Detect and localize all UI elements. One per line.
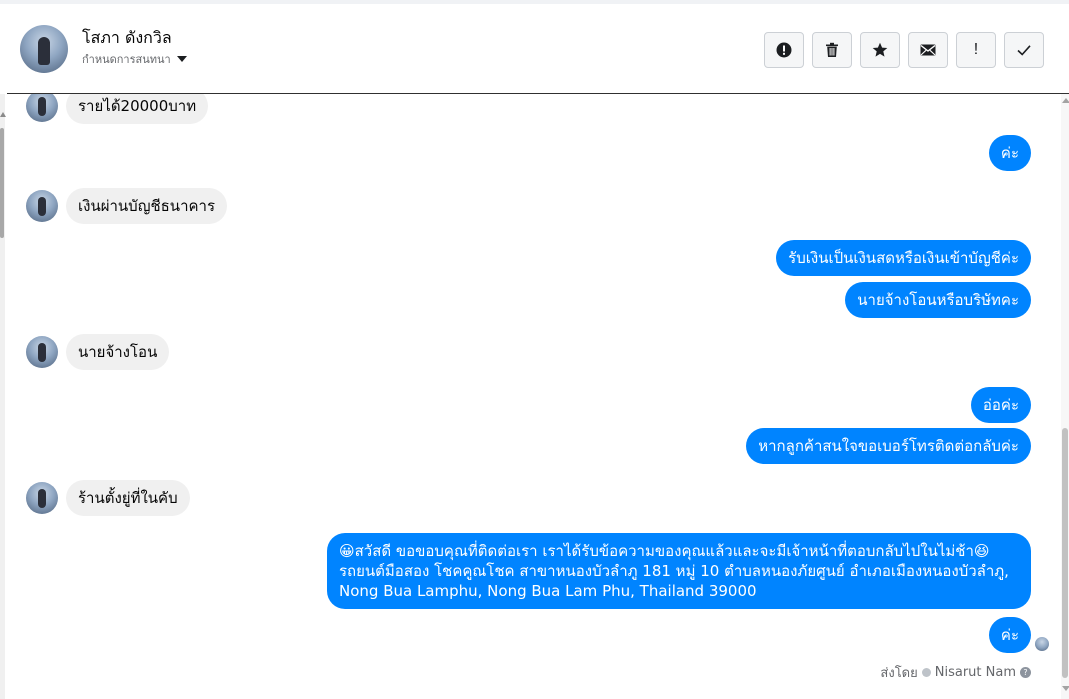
- action-toolbar: !: [764, 32, 1044, 68]
- caret-down-icon: [176, 56, 187, 62]
- mark-unread-button[interactable]: [908, 32, 948, 68]
- contact-name[interactable]: โสภา ดังกวิล: [82, 26, 172, 51]
- incoming-message[interactable]: รายได้20000บาท: [66, 94, 209, 124]
- report-button[interactable]: [764, 32, 804, 68]
- sent-by-prefix: ส่งโดย: [880, 666, 918, 681]
- check-icon: [1017, 45, 1031, 56]
- sent-by-info: ส่งโดย Nisarut Nam ?: [880, 662, 1031, 683]
- help-icon[interactable]: ?: [1020, 667, 1031, 678]
- sent-by-name[interactable]: Nisarut Nam: [935, 665, 1016, 680]
- alert-circle-icon: [776, 42, 792, 58]
- message-row: เงินผ่านบัญชีธนาคาร: [26, 188, 227, 224]
- sender-avatar: [26, 482, 58, 514]
- left-scroll-thumb[interactable]: [0, 128, 4, 238]
- incoming-message[interactable]: นายจ้างโอน: [66, 334, 170, 370]
- left-scroll-up-arrow-icon[interactable]: [0, 112, 6, 117]
- trash-icon: [826, 42, 838, 57]
- message-row: 😀สวัสดี ขอขอบคุณที่ติดต่อเรา เราได้รับข้…: [327, 533, 1031, 609]
- message-row: ค่ะ: [988, 617, 1031, 653]
- outgoing-message[interactable]: อ่อค่ะ: [970, 387, 1031, 423]
- sender-avatar: [26, 190, 58, 222]
- message-thread: รายได้20000บาท ค่ะ เงินผ่านบัญชีธนาคาร ร…: [7, 94, 1061, 699]
- outgoing-message[interactable]: ค่ะ: [988, 135, 1031, 171]
- message-row: ค่ะ: [988, 135, 1031, 171]
- auto-reply-line: รถยนต์มือสอง โชคคูณโชค สาขาหนองบัวลำภู 1…: [339, 562, 1009, 580]
- star-icon: [872, 42, 888, 57]
- conversation-settings-label: กำหนดการสนทนา: [82, 53, 171, 66]
- message-row: รับเงินเป็นเงินสดหรือเงินเข้าบัญชีค่ะ: [776, 240, 1031, 276]
- status-dot-icon: [921, 668, 931, 677]
- auto-reply-message[interactable]: 😀สวัสดี ขอขอบคุณที่ติดต่อเรา เราได้รับข้…: [327, 533, 1031, 609]
- outgoing-message[interactable]: หากลูกค้าสนใจขอเบอร์โทรติดต่อกลับค่ะ: [746, 428, 1031, 464]
- message-row: หากลูกค้าสนใจขอเบอร์โทรติดต่อกลับค่ะ: [746, 428, 1031, 464]
- envelope-icon: [920, 44, 936, 56]
- outgoing-message[interactable]: ค่ะ: [988, 617, 1031, 653]
- scroll-down-arrow-icon[interactable]: [1062, 686, 1069, 691]
- scroll-up-arrow-icon[interactable]: [1062, 98, 1069, 103]
- incoming-message[interactable]: ร้านตั้งยู่ที่ในคับ: [66, 480, 190, 516]
- message-row: นายจ้างโอนหรือบริษัทคะ: [845, 282, 1031, 318]
- message-row: อ่อค่ะ: [970, 387, 1031, 423]
- delete-button[interactable]: [812, 32, 852, 68]
- sender-avatar: [26, 336, 58, 368]
- seen-avatar: [1035, 637, 1049, 651]
- scrollbar-thumb[interactable]: [1062, 428, 1068, 678]
- message-row: ร้านตั้งยู่ที่ในคับ: [26, 480, 190, 516]
- auto-reply-line: Nong Bua Lamphu, Nong Bua Lam Phu, Thail…: [339, 582, 757, 600]
- contact-avatar[interactable]: [20, 25, 68, 73]
- sender-avatar: [26, 94, 58, 122]
- conversation-settings-dropdown[interactable]: กำหนดการสนทนา: [82, 50, 187, 68]
- outgoing-message[interactable]: รับเงินเป็นเงินสดหรือเงินเข้าบัญชีค่ะ: [776, 240, 1031, 276]
- mark-done-button[interactable]: [1004, 32, 1044, 68]
- follow-up-button[interactable]: !: [956, 32, 996, 68]
- star-button[interactable]: [860, 32, 900, 68]
- outgoing-message[interactable]: นายจ้างโอนหรือบริษัทคะ: [845, 282, 1031, 318]
- exclamation-icon: !: [973, 41, 979, 58]
- incoming-message[interactable]: เงินผ่านบัญชีธนาคาร: [66, 188, 227, 224]
- message-row: นายจ้างโอน: [26, 334, 170, 370]
- conversation-header: โสภา ดังกวิล กำหนดการสนทนา !: [7, 4, 1069, 94]
- message-row: รายได้20000บาท: [26, 94, 209, 124]
- auto-reply-line: 😀สวัสดี ขอขอบคุณที่ติดต่อเรา เราได้รับข้…: [339, 542, 990, 560]
